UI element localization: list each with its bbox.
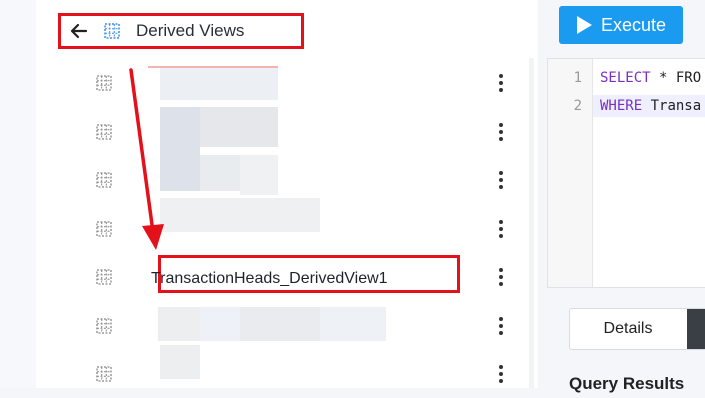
blurred-item-name <box>160 66 278 100</box>
more-options-icon[interactable] <box>498 121 504 143</box>
list-item[interactable] <box>56 58 526 107</box>
table-grid-icon <box>96 317 112 334</box>
blurred-item-name <box>158 306 200 341</box>
derived-view-grid-icon <box>104 23 120 39</box>
play-icon <box>577 16 592 34</box>
query-results-title: Query Results <box>569 374 685 393</box>
table-grid-icon <box>96 123 112 140</box>
code-line: SELECT * FRO <box>600 70 701 86</box>
table-grid-icon <box>96 220 112 237</box>
derived-view-name: TransactionHeads_DerivedView1 <box>151 270 388 287</box>
more-options-icon[interactable] <box>498 169 504 191</box>
sql-keyword: WHERE <box>600 98 643 114</box>
table-grid-icon <box>96 75 112 91</box>
sql-text: * FRO <box>650 70 702 86</box>
left-gutter <box>0 0 36 388</box>
sql-editor[interactable]: 1 SELECT * FRO 2 WHERE Transa <box>547 58 705 288</box>
derived-view-list: TransactionHeads_DerivedView1 <box>56 58 526 398</box>
list-item[interactable] <box>56 345 526 398</box>
blurred-item-name <box>160 155 200 191</box>
list-item[interactable] <box>56 155 526 204</box>
derived-views-panel: Derived Views TransactionHeads_DerivedVi… <box>36 0 539 388</box>
sql-keyword: SELECT <box>600 70 651 86</box>
page-title: Derived Views <box>136 21 245 40</box>
blurred-item-name <box>160 106 200 155</box>
code-line: WHERE Transa <box>600 98 701 114</box>
blurred-item-name <box>160 345 200 379</box>
list-item-highlighted[interactable]: TransactionHeads_DerivedView1 <box>56 252 526 301</box>
list-item[interactable] <box>56 301 526 350</box>
results-tabs: Details <box>569 308 705 350</box>
more-options-icon[interactable] <box>498 72 504 94</box>
line-number: 1 <box>573 70 582 86</box>
list-scrollbar[interactable] <box>529 58 534 388</box>
table-grid-icon <box>96 269 112 285</box>
more-options-icon[interactable] <box>498 266 504 288</box>
line-number: 2 <box>573 98 582 114</box>
execute-button-label: Execute <box>601 14 667 35</box>
blurred-item-underline <box>148 66 278 68</box>
blurred-item-name <box>160 197 320 232</box>
more-options-icon[interactable] <box>498 315 504 337</box>
tab-other[interactable] <box>687 309 705 349</box>
more-options-icon[interactable] <box>498 218 504 240</box>
blurred-item-name <box>320 306 386 341</box>
tab-details[interactable]: Details <box>570 309 686 349</box>
table-grid-icon <box>96 172 112 188</box>
more-options-icon[interactable] <box>498 363 504 385</box>
blurred-item-name <box>240 306 320 341</box>
list-item[interactable] <box>56 197 526 253</box>
blurred-item-name <box>200 155 240 191</box>
blurred-item-name <box>200 106 278 147</box>
list-item[interactable] <box>56 106 526 156</box>
blurred-item-name <box>240 155 278 195</box>
sql-text: Transa <box>642 98 702 114</box>
execute-button[interactable]: Execute <box>559 6 683 44</box>
blurred-item-name <box>200 306 240 341</box>
line-number-gutter <box>548 59 593 287</box>
query-panel: Execute 1 SELECT * FRO 2 WHERE Transa De… <box>538 0 705 393</box>
back-arrow-icon[interactable] <box>70 22 88 40</box>
table-grid-icon <box>96 366 112 382</box>
